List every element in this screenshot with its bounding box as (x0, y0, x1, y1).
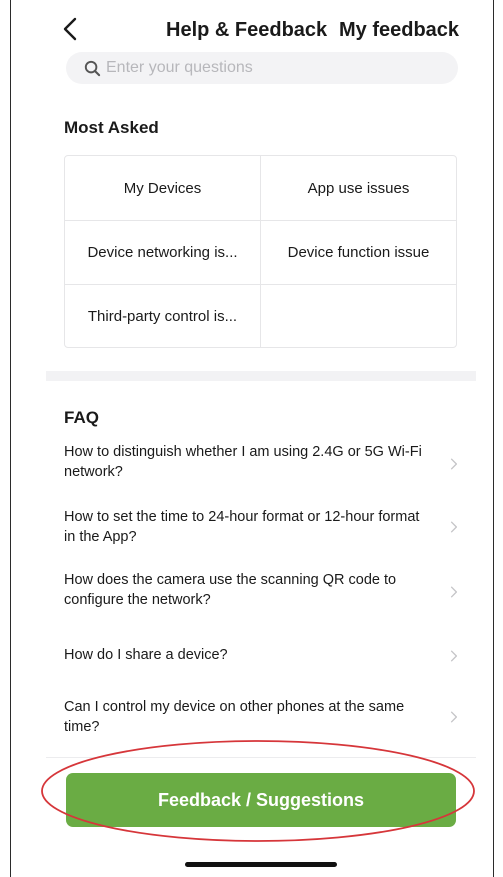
faq-heading: FAQ (64, 408, 99, 427)
my-feedback-link[interactable]: My feedback (339, 19, 459, 42)
chevron-right-icon (449, 709, 459, 725)
faq-item[interactable]: How does the camera use the scanning QR … (64, 570, 470, 614)
screen: Help & Feedback My feedback Most Asked M… (0, 0, 503, 877)
topic-device-function[interactable]: Device function issue (261, 221, 456, 284)
footer-divider (46, 757, 476, 758)
topic-third-party-control[interactable]: Third-party control is... (65, 285, 260, 347)
topic-device-networking[interactable]: Device networking is... (65, 221, 260, 284)
section-separator (46, 371, 476, 381)
empty-cell (261, 285, 456, 347)
page-title: Help & Feedback (166, 19, 328, 41)
chevron-left-icon (63, 17, 77, 46)
most-asked-grid: My Devices App use issues Device network… (64, 155, 457, 348)
chevron-right-icon (449, 519, 459, 535)
chevron-right-icon (449, 584, 459, 600)
chevron-right-icon (449, 456, 459, 472)
frame-border-left (10, 0, 11, 877)
home-indicator (185, 862, 337, 867)
faq-question: Can I control my device on other phones … (64, 699, 405, 735)
search-input[interactable] (106, 59, 446, 77)
search-bar[interactable] (66, 52, 458, 84)
topic-app-use-issues[interactable]: App use issues (261, 156, 456, 220)
chevron-right-icon (449, 648, 459, 664)
faq-question: How to distinguish whether I am using 2.… (64, 444, 422, 480)
faq-question: How to set the time to 24-hour format or… (64, 509, 420, 545)
back-button[interactable] (58, 16, 82, 46)
search-icon (84, 59, 102, 77)
faq-item[interactable]: How to set the time to 24-hour format or… (64, 507, 470, 551)
frame-border-right (493, 0, 494, 877)
feedback-suggestions-button[interactable]: Feedback / Suggestions (66, 773, 456, 827)
faq-item[interactable]: How do I share a device? (64, 645, 470, 669)
most-asked-heading: Most Asked (64, 118, 159, 137)
faq-item[interactable]: How to distinguish whether I am using 2.… (64, 442, 470, 486)
faq-item[interactable]: Can I control my device on other phones … (64, 697, 470, 741)
topic-my-devices[interactable]: My Devices (65, 156, 260, 220)
faq-question: How do I share a device? (64, 647, 228, 663)
faq-question: How does the camera use the scanning QR … (64, 572, 397, 608)
